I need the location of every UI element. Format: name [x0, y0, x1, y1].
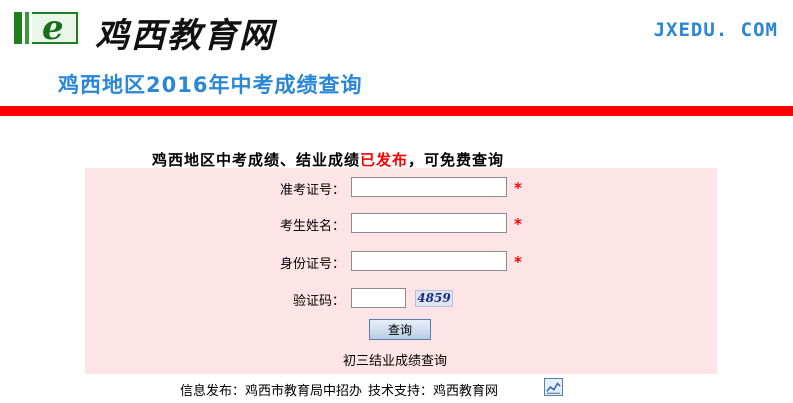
query-button[interactable]: 查询 [369, 319, 431, 340]
captcha-label: 验证码： [292, 294, 345, 309]
footer-info: 信息发布：鸡西市教育局中招办 [180, 384, 363, 399]
footer-tech: 技术支持：鸡西教育网 [368, 384, 499, 399]
id-row: 身份证号： * [85, 251, 717, 273]
exam-number-label: 准考证号： [279, 183, 345, 198]
captcha-input[interactable] [351, 288, 406, 308]
required-mark: * [514, 253, 522, 271]
brand-name: 鸡西教育网 [95, 16, 275, 56]
announcement-highlight: 已发布 [360, 151, 409, 169]
id-label: 身份证号： [279, 257, 345, 272]
name-label: 考生姓名： [279, 219, 345, 234]
announcement: 鸡西地区中考成绩、结业成绩已发布，可免费查询 [152, 149, 504, 170]
header-divider [0, 106, 793, 116]
required-mark: * [514, 215, 522, 233]
query-form: 准考证号： * 考生姓名： * 身份证号： * 验证码： 4859 查询 初三结… [85, 168, 717, 374]
captcha-row: 验证码： 4859 [85, 288, 717, 310]
site-logo[interactable]: e [14, 8, 84, 48]
site-url: JXEDU. COM [653, 19, 778, 41]
exam-number-input[interactable] [351, 177, 507, 197]
id-number-input[interactable] [351, 251, 507, 271]
required-mark: * [514, 179, 522, 197]
name-row: 考生姓名： * [85, 213, 717, 235]
name-input[interactable] [351, 213, 507, 233]
page-title: 鸡西地区2016年中考成绩查询 [58, 73, 363, 97]
exam-number-row: 准考证号： * [85, 177, 717, 199]
announcement-suffix: ，可免费查询 [408, 151, 505, 169]
footer: 信息发布：鸡西市教育局中招办 技术支持：鸡西教育网 [180, 380, 498, 399]
logo-letter: e [42, 8, 64, 48]
announcement-prefix: 鸡西地区中考成绩、结业成绩 [152, 151, 361, 169]
captcha-image[interactable]: 4859 [415, 290, 453, 307]
junior-results-link[interactable]: 初三结业成绩查询 [343, 350, 447, 369]
stats-chart-icon[interactable] [544, 378, 563, 396]
